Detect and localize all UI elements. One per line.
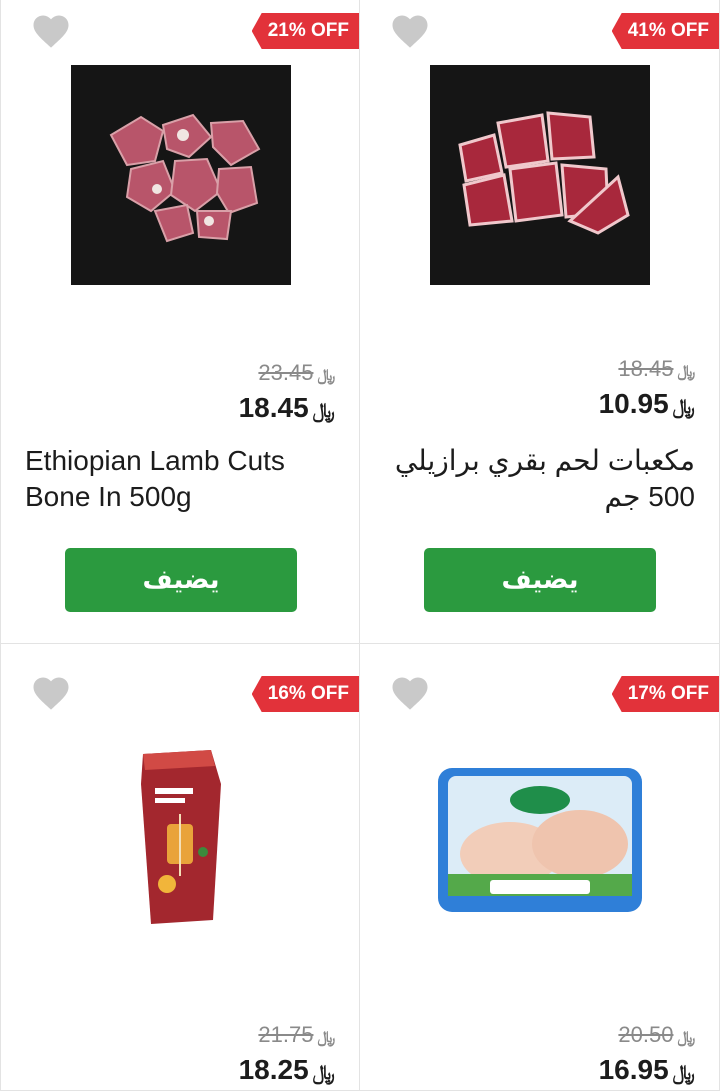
add-to-cart-button[interactable]: يضيف	[65, 548, 297, 612]
discount-badge: 16% OFF	[251, 676, 359, 712]
product-title[interactable]: مكعبات لحم بقري برازيلي 500 جم	[384, 443, 695, 515]
product-grid: 21% OFF 23.45 ﷼ 18.45 ﷼ Ethiopian Lamb C…	[0, 0, 720, 1091]
heart-icon[interactable]	[31, 674, 71, 712]
discount-badge: 41% OFF	[611, 13, 719, 49]
current-price: 16.95 ﷼	[598, 1054, 695, 1085]
current-price: 18.25 ﷼	[238, 1054, 335, 1085]
product-card[interactable]: 17% OFF 20.50 ﷼ 16.95 ﷼	[360, 644, 720, 1091]
product-image[interactable]	[430, 65, 650, 285]
add-to-cart-button[interactable]: يضيف	[424, 548, 656, 612]
old-price: 20.50 ﷼	[618, 1022, 695, 1047]
heart-icon[interactable]	[390, 12, 430, 50]
discount-badge: 21% OFF	[251, 13, 359, 49]
product-image[interactable]	[71, 65, 291, 285]
discount-badge: 17% OFF	[611, 676, 719, 712]
heart-icon[interactable]	[31, 12, 71, 50]
product-title[interactable]: Ethiopian Lamb Cuts Bone In 500g	[25, 443, 335, 515]
product-card[interactable]: 21% OFF 23.45 ﷼ 18.45 ﷼ Ethiopian Lamb C…	[0, 0, 360, 644]
product-card[interactable]: 16% OFF 21.75 ﷼ 18.25 ﷼	[0, 644, 360, 1091]
product-image[interactable]	[71, 744, 291, 964]
old-price: 21.75 ﷼	[258, 1022, 335, 1047]
current-price: 18.45 ﷼	[238, 392, 335, 423]
old-price: 18.45 ﷼	[618, 356, 695, 381]
product-card[interactable]: 41% OFF 18.45 ﷼ 10.95 ﷼ مكعبات لحم بقري بر…	[360, 0, 720, 644]
old-price: 23.45 ﷼	[258, 360, 335, 385]
heart-icon[interactable]	[390, 674, 430, 712]
product-image[interactable]	[430, 744, 650, 964]
current-price: 10.95 ﷼	[598, 388, 695, 419]
